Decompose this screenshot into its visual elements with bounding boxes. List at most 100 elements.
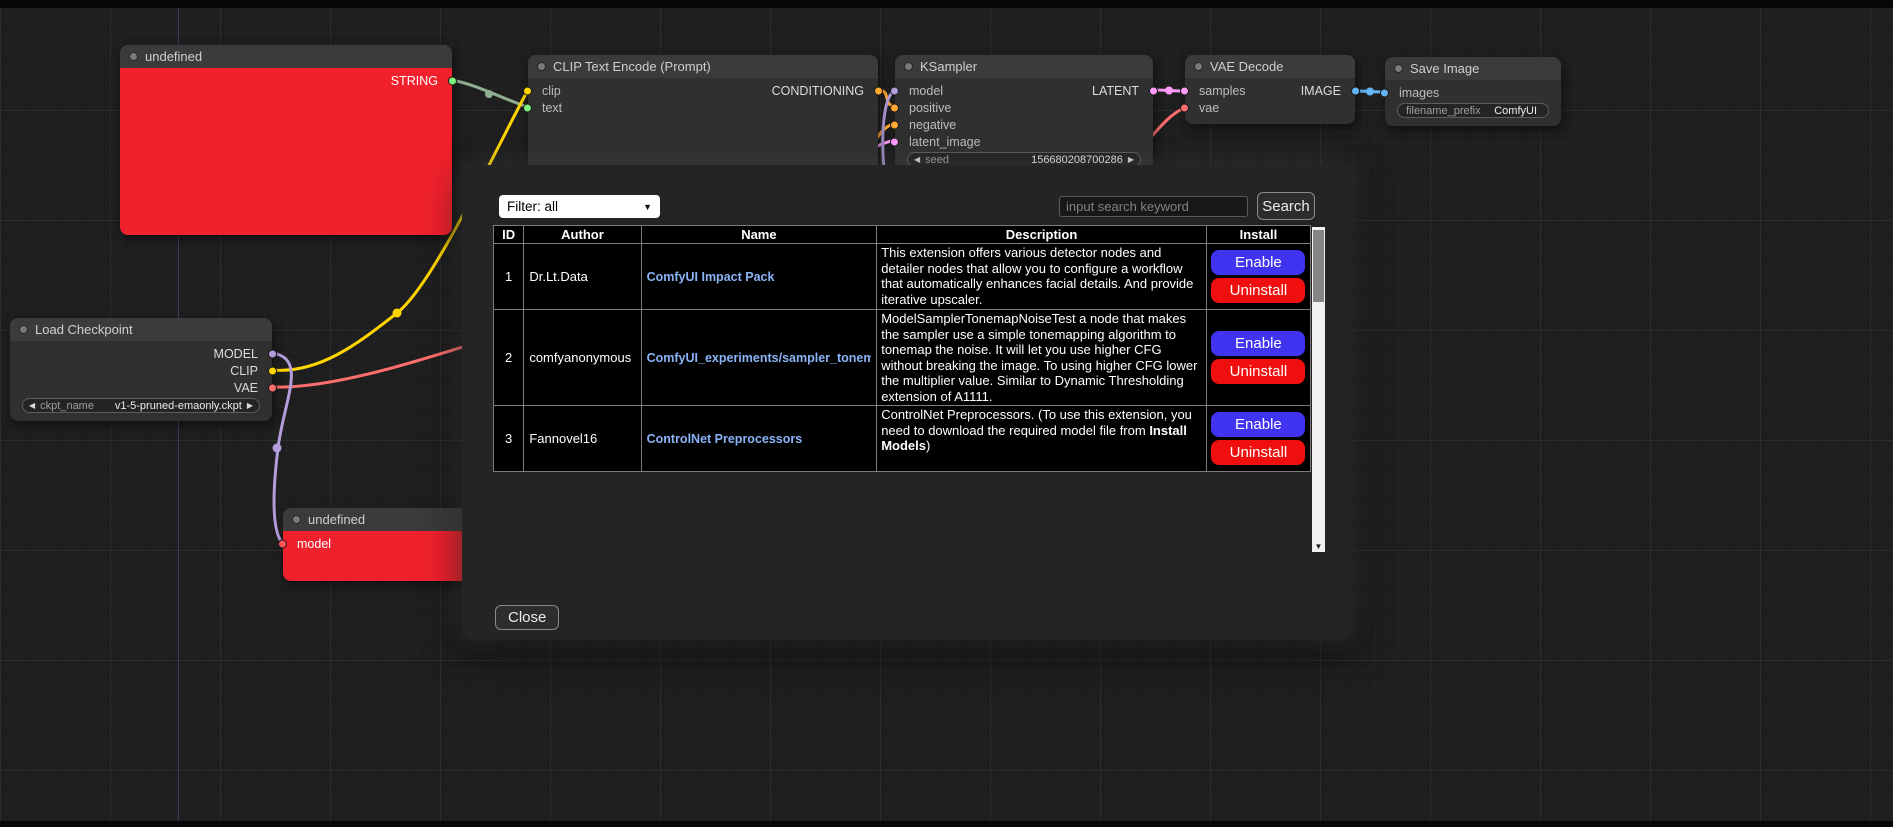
- node-body: model LATENT positive negative latent_im…: [895, 78, 1153, 170]
- input-pin-positive[interactable]: [890, 103, 899, 112]
- input-pin-model[interactable]: [278, 539, 287, 548]
- input-pin-latent-image[interactable]: [890, 137, 899, 146]
- top-edge-strip: [0, 0, 1893, 8]
- enable-button[interactable]: Enable: [1211, 250, 1305, 275]
- ext-name-link[interactable]: ComfyUI Impact Pack: [647, 270, 872, 284]
- output-label: MODEL: [214, 347, 272, 361]
- next-arrow-icon[interactable]: ▶: [247, 402, 253, 410]
- ext-name-link[interactable]: ComfyUI_experiments/sampler_tonemap: [647, 351, 872, 365]
- widget-value: v1-5-pruned-emaonly.ckpt: [115, 400, 242, 412]
- ext-author: Dr.Lt.Data: [524, 244, 641, 310]
- node-body-error: model: [283, 531, 475, 581]
- input-label: negative: [895, 118, 956, 132]
- node-titlebar[interactable]: undefined: [120, 45, 452, 68]
- input-pin-samples[interactable]: [1180, 86, 1189, 95]
- output-label: CONDITIONING: [772, 84, 878, 98]
- node-title: VAE Decode: [1210, 59, 1283, 74]
- input-pin-vae[interactable]: [1180, 103, 1189, 112]
- output-pin-latent[interactable]: [1149, 86, 1158, 95]
- input-pin-model[interactable]: [890, 86, 899, 95]
- wire-dot-image: [1366, 88, 1374, 96]
- filter-select[interactable]: Filter: all ▼: [499, 195, 660, 218]
- input-pin-images[interactable]: [1380, 88, 1389, 97]
- node-save-image[interactable]: Save Image images filename_prefix ComfyU…: [1385, 57, 1561, 126]
- decrement-arrow-icon[interactable]: ◀: [914, 156, 920, 164]
- node-titlebar[interactable]: CLIP Text Encode (Prompt): [528, 55, 878, 78]
- input-label: text: [528, 101, 562, 115]
- wire-vae-left: [272, 344, 472, 387]
- input-label: samples: [1185, 84, 1246, 98]
- filename-prefix-widget[interactable]: filename_prefix ComfyUI: [1397, 103, 1549, 118]
- input-pin-clip[interactable]: [523, 86, 532, 95]
- ext-description: ModelSamplerTonemapNoiseTest a node that…: [877, 310, 1207, 406]
- output-pin-clip[interactable]: [268, 366, 277, 375]
- node-load-checkpoint[interactable]: Load Checkpoint MODEL CLIP VAE ◀ ckpt_na…: [10, 318, 272, 421]
- widget-label: ckpt_name: [40, 400, 94, 412]
- node-body: MODEL CLIP VAE ◀ ckpt_name v1-5-pruned-e…: [10, 341, 272, 421]
- enable-button[interactable]: Enable: [1211, 331, 1305, 356]
- header-id: ID: [494, 226, 524, 244]
- output-pin-string[interactable]: [448, 76, 457, 85]
- uninstall-button[interactable]: Uninstall: [1211, 278, 1305, 303]
- wire-dot-clip: [393, 309, 402, 318]
- node-titlebar[interactable]: Save Image: [1385, 57, 1561, 80]
- node-status-dot[interactable]: [129, 52, 138, 61]
- input-label: images: [1385, 86, 1439, 100]
- ext-install-cell: Enable Uninstall: [1206, 406, 1310, 472]
- search-button[interactable]: Search: [1257, 192, 1315, 220]
- scrollbar-track[interactable]: ▼: [1312, 227, 1325, 552]
- output-pin-conditioning[interactable]: [874, 86, 883, 95]
- widget-label: filename_prefix: [1406, 105, 1481, 117]
- node-titlebar[interactable]: VAE Decode: [1185, 55, 1355, 78]
- node-ksampler[interactable]: KSampler model LATENT positive negative …: [895, 55, 1153, 170]
- node-status-dot[interactable]: [537, 62, 546, 71]
- node-status-dot[interactable]: [904, 62, 913, 71]
- node-status-dot[interactable]: [1394, 64, 1403, 73]
- output-pin-vae[interactable]: [268, 383, 277, 392]
- header-author: Author: [524, 226, 641, 244]
- ckpt-name-widget[interactable]: ◀ ckpt_name v1-5-pruned-emaonly.ckpt ▶: [22, 398, 260, 413]
- node-title: Load Checkpoint: [35, 322, 133, 337]
- node-clip-text-encode[interactable]: CLIP Text Encode (Prompt) clip CONDITION…: [528, 55, 878, 173]
- uninstall-button[interactable]: Uninstall: [1211, 440, 1305, 465]
- uninstall-button[interactable]: Uninstall: [1211, 359, 1305, 384]
- prev-arrow-icon[interactable]: ◀: [29, 402, 35, 410]
- search-input[interactable]: [1059, 196, 1248, 217]
- close-button[interactable]: Close: [495, 605, 559, 630]
- ext-author: Fannovel16: [524, 406, 641, 472]
- output-label: IMAGE: [1301, 84, 1355, 98]
- widget-label: seed: [925, 154, 949, 166]
- enable-button[interactable]: Enable: [1211, 412, 1305, 437]
- node-status-dot[interactable]: [292, 515, 301, 524]
- node-title: undefined: [145, 49, 202, 64]
- input-label: vae: [1185, 101, 1219, 115]
- node-body: samples IMAGE vae: [1185, 78, 1355, 124]
- output-pin-model[interactable]: [268, 349, 277, 358]
- node-titlebar[interactable]: KSampler: [895, 55, 1153, 78]
- output-pin-image[interactable]: [1351, 86, 1360, 95]
- extension-table: ID Author Name Description Install 1 Dr.…: [493, 225, 1311, 472]
- node-status-dot[interactable]: [1194, 62, 1203, 71]
- input-pin-text[interactable]: [523, 103, 532, 112]
- ext-id: 2: [494, 310, 524, 406]
- bottom-edge-strip: [0, 821, 1893, 827]
- node-title: KSampler: [920, 59, 977, 74]
- scroll-down-icon[interactable]: ▼: [1312, 542, 1325, 551]
- table-header-row: ID Author Name Description Install: [494, 226, 1311, 244]
- node-titlebar[interactable]: undefined: [283, 508, 475, 531]
- node-graph-canvas[interactable]: undefined STRING CLIP Text Encode (Promp…: [0, 0, 1893, 827]
- increment-arrow-icon[interactable]: ▶: [1128, 156, 1134, 164]
- output-label: VAE: [234, 381, 272, 395]
- node-undefined-top[interactable]: undefined STRING: [120, 45, 452, 235]
- scrollbar-thumb[interactable]: [1313, 230, 1324, 302]
- node-vae-decode[interactable]: VAE Decode samples IMAGE vae: [1185, 55, 1355, 124]
- chevron-down-icon: ▼: [643, 202, 652, 212]
- node-body-error: STRING: [120, 68, 452, 235]
- node-status-dot[interactable]: [19, 325, 28, 334]
- node-undefined-bottom[interactable]: undefined model: [283, 508, 475, 581]
- output-label: LATENT: [1092, 84, 1153, 98]
- node-titlebar[interactable]: Load Checkpoint: [10, 318, 272, 341]
- input-pin-negative[interactable]: [890, 120, 899, 129]
- input-label: model: [895, 84, 943, 98]
- ext-name-link[interactable]: ControlNet Preprocessors: [647, 432, 872, 446]
